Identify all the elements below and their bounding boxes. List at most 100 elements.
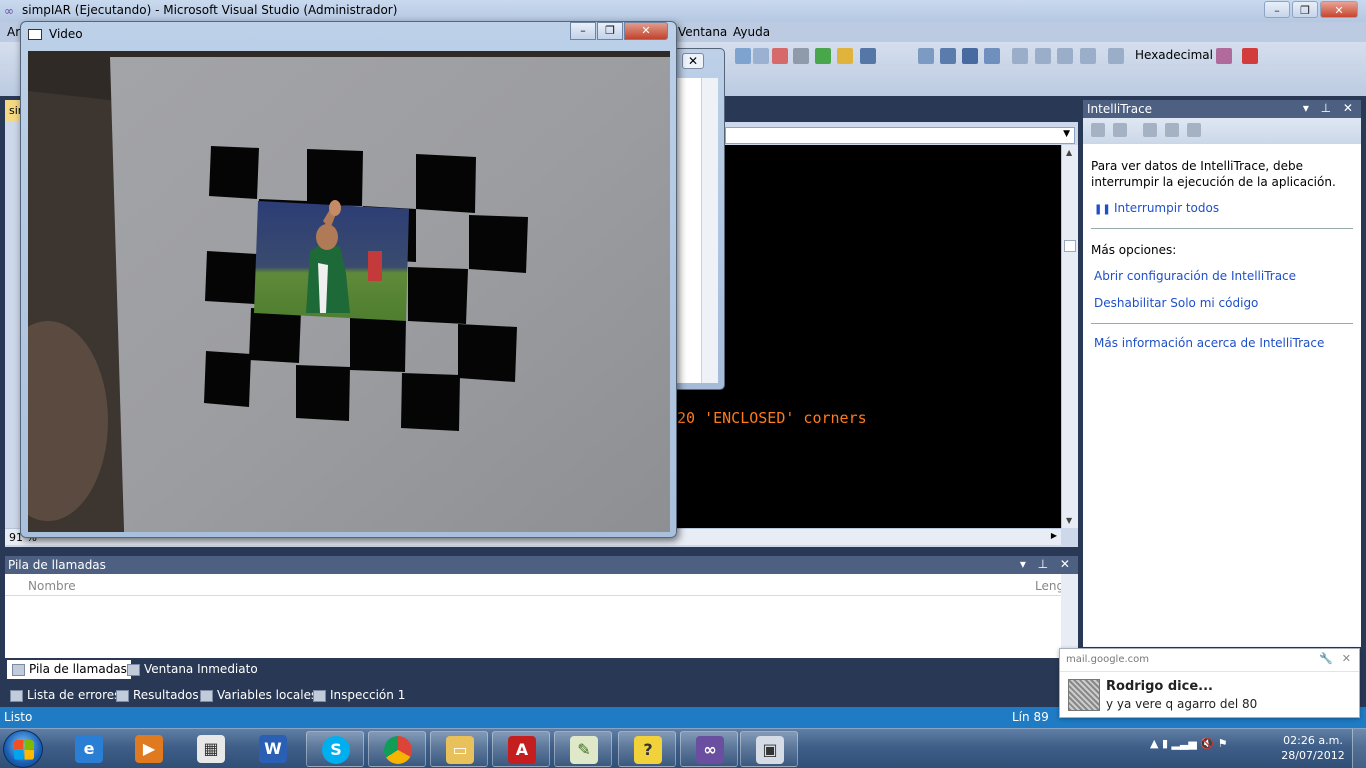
show-desktop-button[interactable] — [1352, 729, 1366, 768]
hexadecimal-toggle[interactable]: Hexadecimal — [1135, 48, 1213, 62]
acrobat-icon[interactable]: A — [492, 731, 550, 767]
clock-date: 28/07/2012 — [1281, 749, 1345, 762]
chevron-down-icon: ▼ — [1063, 129, 1070, 139]
break-all-label: Interrumpir todos — [1113, 201, 1220, 215]
close-button[interactable]: ✕ — [1320, 1, 1358, 18]
camera-image — [28, 51, 670, 532]
list-icon[interactable] — [1091, 123, 1105, 137]
calculator-icon[interactable]: ▦ — [182, 731, 240, 767]
toolbar-icon[interactable] — [735, 48, 751, 64]
step-into-icon[interactable] — [1035, 48, 1051, 64]
overlay-photo — [254, 200, 409, 321]
toolbar-icon[interactable] — [837, 48, 853, 64]
secondary-window-scrollbar[interactable] — [701, 78, 718, 383]
video-app-icon[interactable]: ▣ — [740, 731, 798, 767]
more-info-link[interactable]: Más información acerca de IntelliTrace — [1094, 336, 1324, 350]
panel-controls[interactable]: ▾ ⊥ ✕ — [1303, 101, 1357, 115]
pause-icon[interactable] — [940, 48, 956, 64]
stop-icon[interactable] — [962, 48, 978, 64]
tab-results[interactable]: Resultados — [111, 686, 203, 705]
navigation-combo[interactable]: ▼ — [725, 127, 1075, 144]
word-glyph: W — [259, 735, 287, 763]
menu-item-ventana[interactable]: Ventana — [678, 25, 727, 39]
scroll-thumb[interactable] — [1064, 240, 1076, 252]
open-config-link[interactable]: Abrir configuración de IntelliTrace — [1094, 269, 1296, 283]
notification-source: mail.google.com — [1066, 654, 1150, 665]
disable-just-my-code-link[interactable]: Deshabilitar Solo mi código — [1094, 296, 1258, 310]
column-name[interactable]: Nombre — [28, 579, 76, 593]
history-icon[interactable] — [1187, 123, 1201, 137]
restart-icon[interactable] — [984, 48, 1000, 64]
panel-controls[interactable]: ▾ ⊥ ✕ — [1020, 557, 1074, 571]
callstack-scrollbar[interactable] — [1061, 574, 1078, 658]
video-window: Video – ❐ ✕ — [20, 21, 677, 538]
chat-notification[interactable]: mail.google.com 🔧 ✕ Rodrigo dice... y ya… — [1059, 648, 1360, 718]
folder-glyph: ▭ — [446, 736, 474, 764]
scroll-up-icon[interactable]: ▲ — [1066, 148, 1072, 157]
maximize-button[interactable]: ❐ — [597, 22, 623, 40]
divider — [1091, 323, 1353, 324]
tab-label: Ventana Inmediato — [144, 662, 258, 676]
editor-icon[interactable]: ✎ — [554, 731, 612, 767]
chrome-glyph — [384, 736, 412, 764]
minimize-button[interactable]: – — [570, 22, 596, 40]
close-button[interactable]: ✕ — [624, 22, 668, 40]
maximize-button[interactable]: ❐ — [1292, 1, 1318, 18]
tab-label: Lista de errores — [27, 688, 121, 702]
callstack-header: Pila de llamadas ▾ ⊥ ✕ — [5, 556, 1078, 574]
toolbar-icon[interactable] — [860, 48, 876, 64]
ie-icon[interactable]: e — [60, 731, 118, 767]
close-icon[interactable]: ✕ — [1342, 652, 1351, 665]
tab-error-list[interactable]: Lista de errores — [5, 686, 124, 705]
console-output — [675, 145, 1061, 528]
taskbar: e ▶ ▦ W S ▭ A ✎ ? ∞ ▣ ▲ ▮ ▂▃▅ 🔇 ⚑ 02:26 … — [0, 728, 1366, 768]
explorer-icon[interactable]: ▭ — [430, 731, 488, 767]
scroll-down-icon[interactable]: ▼ — [1066, 516, 1072, 525]
menu-item-ayuda[interactable]: Ayuda — [733, 25, 770, 39]
tab-watch1[interactable]: Inspección 1 — [308, 686, 409, 705]
clock[interactable]: 02:26 a.m. 28/07/2012 — [1278, 733, 1348, 763]
system-tray[interactable]: ▲ ▮ ▂▃▅ 🔇 ⚑ — [1150, 737, 1227, 750]
toolbar-icon[interactable] — [772, 48, 788, 64]
wrench-icon[interactable]: 🔧 — [1319, 652, 1333, 665]
visual-studio-icon[interactable]: ∞ — [680, 731, 738, 767]
tab-label: Inspección 1 — [330, 688, 406, 702]
skype-icon[interactable]: S — [306, 731, 364, 767]
help-glyph: ? — [634, 736, 662, 764]
divider — [1060, 671, 1359, 672]
refresh-icon[interactable] — [1165, 123, 1179, 137]
tools-icon[interactable] — [793, 48, 809, 64]
break-all-link[interactable]: ❚❚ Interrumpir todos — [1094, 201, 1219, 215]
tool-window-tabs: Pila de llamadas Ventana Inmediato — [5, 658, 1078, 680]
minimize-button[interactable]: – — [1264, 1, 1290, 18]
calculator-glyph: ▦ — [197, 735, 225, 763]
start-button[interactable] — [3, 730, 43, 768]
column-language[interactable]: Leng — [1035, 579, 1064, 593]
close-button[interactable]: ✕ — [682, 53, 704, 69]
menu-item-archivo[interactable]: Ar — [7, 25, 20, 39]
word-icon[interactable]: W — [244, 731, 302, 767]
editor-vertical-scrollbar[interactable]: ▲ ▼ — [1061, 145, 1078, 528]
toolbar-icon[interactable] — [1216, 48, 1232, 64]
tab-call-stack[interactable]: Pila de llamadas — [7, 660, 131, 679]
chrome-icon[interactable] — [368, 731, 426, 767]
step-icon[interactable] — [1012, 48, 1028, 64]
filter-icon[interactable] — [1113, 123, 1127, 137]
scroll-right-icon[interactable]: ▶ — [1051, 531, 1057, 540]
tab-label: Pila de llamadas — [29, 662, 127, 676]
tab-immediate[interactable]: Ventana Inmediato — [122, 660, 262, 679]
tab-locals[interactable]: Variables locales — [195, 686, 321, 705]
help-icon[interactable]: ? — [618, 731, 676, 767]
toolbar-icon[interactable] — [753, 48, 769, 64]
toolbar-icon[interactable] — [815, 48, 831, 64]
breakpoint-icon[interactable] — [1242, 48, 1258, 64]
settings-icon[interactable] — [1143, 123, 1157, 137]
error-list-icon — [10, 690, 23, 702]
play-icon[interactable] — [918, 48, 934, 64]
find-icon[interactable] — [1108, 48, 1124, 64]
media-player-icon[interactable]: ▶ — [120, 731, 178, 767]
line-number: Lín 89 — [1012, 710, 1049, 724]
step-out-icon[interactable] — [1080, 48, 1096, 64]
status-text: Listo — [4, 710, 33, 724]
step-over-icon[interactable] — [1057, 48, 1073, 64]
